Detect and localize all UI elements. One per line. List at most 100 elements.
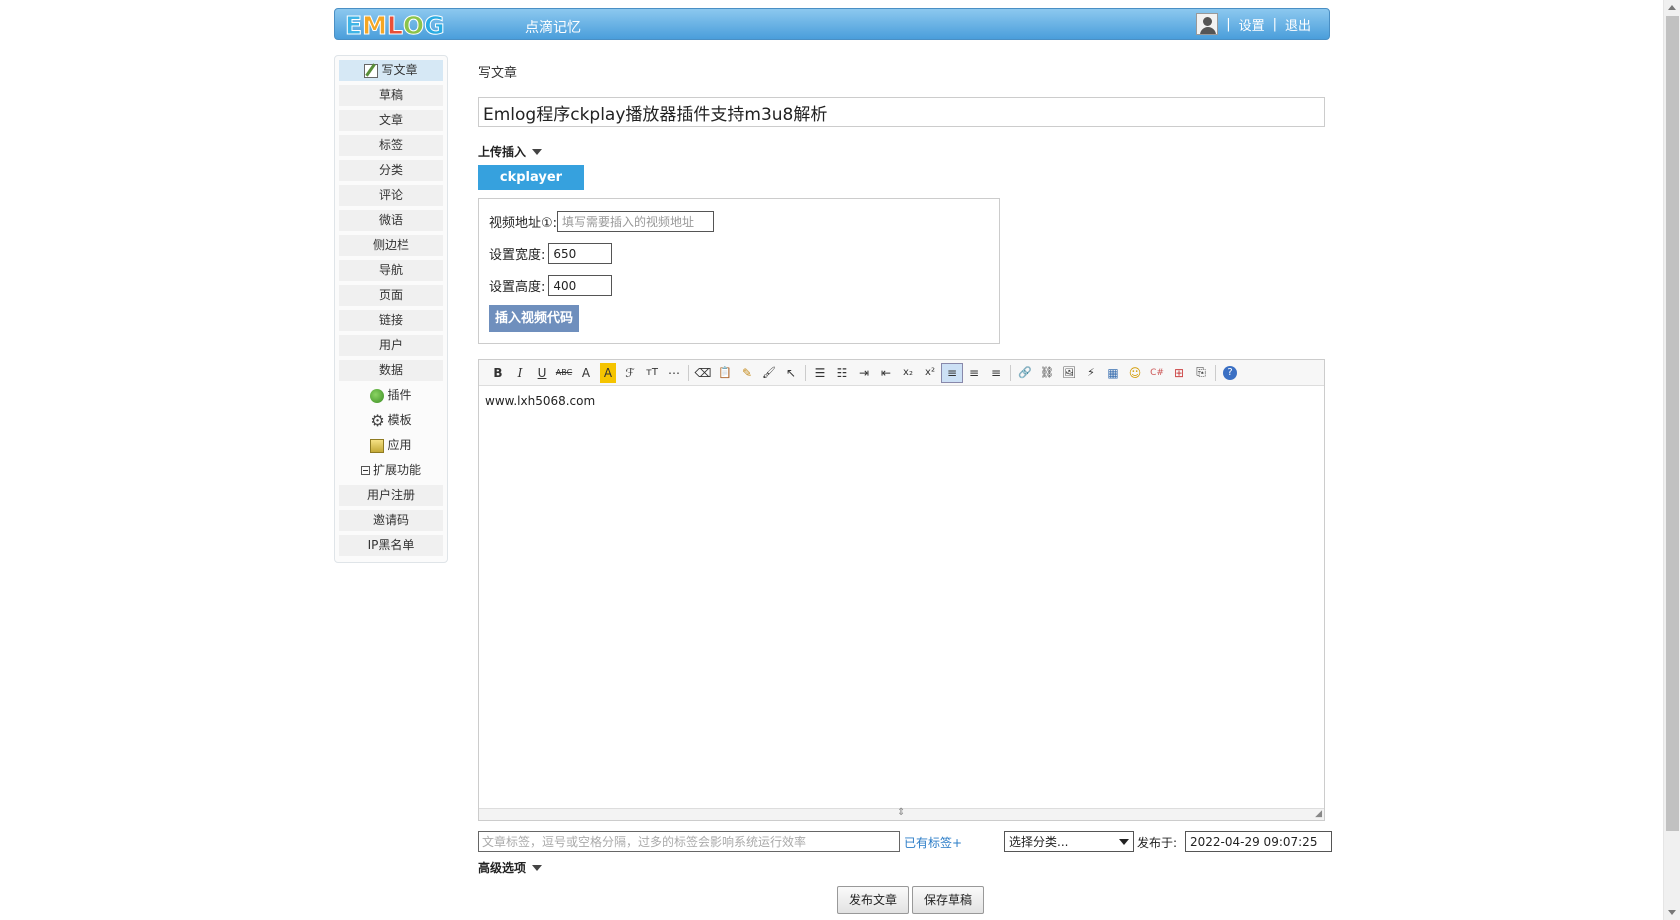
publish-button[interactable]: 发布文章 xyxy=(837,886,909,914)
sidebar-item-templates[interactable]: ⚙ 模板 xyxy=(339,410,443,431)
sidebar-item-label: 侧边栏 xyxy=(372,238,409,252)
category-select[interactable]: 选择分类... xyxy=(1004,831,1134,852)
font-color-button[interactable]: A xyxy=(575,363,597,383)
width-label: 设置宽度: xyxy=(489,248,546,263)
emlog-logo[interactable]: E M L O G xyxy=(344,10,445,40)
publish-time-label: 发布于: xyxy=(1137,836,1178,850)
video-url-label: 视频地址①: xyxy=(489,216,558,231)
existing-tags-link[interactable]: 已有标签+ xyxy=(904,834,962,851)
sidebar-item-widgets[interactable]: 侧边栏 xyxy=(339,235,443,256)
separator: | xyxy=(1272,16,1277,32)
select-pointer-icon[interactable]: ↖ xyxy=(780,363,802,383)
width-input[interactable] xyxy=(548,243,613,264)
sidebar-item-label: 文章 xyxy=(378,113,403,127)
tab-ckplayer[interactable]: ckplayer xyxy=(478,165,584,190)
strikethrough-button[interactable]: ABC xyxy=(553,363,575,383)
sidebar-item-user-register[interactable]: 用户注册 xyxy=(339,485,443,506)
align-right-button[interactable]: ≡ xyxy=(985,363,1007,383)
editor-content-area[interactable]: www.lxh5068.com xyxy=(479,386,1324,416)
header-user-area: | 设置 | 退出 xyxy=(1196,13,1311,35)
eraser-icon[interactable]: ⌫ xyxy=(692,363,714,383)
indent-icon[interactable]: ⇥ xyxy=(853,363,875,383)
sidebar-item-extensions[interactable]: 扩展功能 xyxy=(339,460,443,481)
avatar-icon[interactable] xyxy=(1196,13,1219,35)
vertical-scrollbar[interactable] xyxy=(1663,0,1680,920)
sidebar-item-tags[interactable]: 标签 xyxy=(339,135,443,156)
category-selected-value: 选择分类... xyxy=(1009,835,1069,849)
font-size-button[interactable]: тT xyxy=(641,363,663,383)
sidebar-item-label: 应用 xyxy=(387,438,412,452)
height-row: 设置高度: xyxy=(489,275,613,296)
sidebar-item-ip-blacklist[interactable]: IP黑名单 xyxy=(339,535,443,556)
sidebar-item-drafts[interactable]: 草稿 xyxy=(339,85,443,106)
app-icon xyxy=(370,438,385,453)
height-input[interactable] xyxy=(548,275,613,296)
insert-video-button[interactable]: 插入视频代码 xyxy=(489,305,579,332)
sidebar-item-data[interactable]: 数据 xyxy=(339,360,443,381)
align-center-button[interactable]: ≡ xyxy=(963,363,985,383)
underline-button[interactable]: U xyxy=(531,363,553,383)
italic-button[interactable]: I xyxy=(509,363,531,383)
advanced-options-toggle[interactable]: 高级选项 xyxy=(478,859,543,876)
sidebar-item-label: 评论 xyxy=(378,188,403,202)
tags-input[interactable] xyxy=(478,831,900,852)
unlink-icon[interactable]: ⛓ xyxy=(1036,363,1058,383)
sidebar-item-categories[interactable]: 分类 xyxy=(339,160,443,181)
outdent-icon[interactable]: ⇤ xyxy=(875,363,897,383)
superscript-button[interactable]: x² xyxy=(919,363,941,383)
sidebar-item-twitter[interactable]: 微语 xyxy=(339,210,443,231)
subscript-button[interactable]: x₂ xyxy=(897,363,919,383)
sidebar-item-links[interactable]: 链接 xyxy=(339,310,443,331)
link-icon[interactable]: 🔗 xyxy=(1014,363,1036,383)
sidebar-item-articles[interactable]: 文章 xyxy=(339,110,443,131)
table-icon[interactable]: ▦ xyxy=(1102,363,1124,383)
settings-link[interactable]: 设置 xyxy=(1239,15,1265,34)
emoji-icon[interactable]: ☺ xyxy=(1124,363,1146,383)
image-icon[interactable]: 🖼 xyxy=(1058,363,1080,383)
height-label: 设置高度: xyxy=(489,280,546,295)
editor-resize-handle[interactable] xyxy=(479,807,1324,820)
resize-corner-icon[interactable]: ◢ xyxy=(1315,809,1322,819)
align-left-button[interactable]: ≡ xyxy=(941,362,963,383)
sidebar-item-invite-code[interactable]: 邀请码 xyxy=(339,510,443,531)
format-brush-icon[interactable]: 🖌 xyxy=(758,363,780,383)
width-row: 设置宽度: xyxy=(489,243,613,264)
sidebar-item-navbar[interactable]: 导航 xyxy=(339,260,443,281)
font-family-button[interactable]: ℱ xyxy=(619,363,641,383)
upload-insert-toggle[interactable]: 上传插入 xyxy=(478,143,543,160)
help-icon[interactable]: ? xyxy=(1223,365,1237,380)
code-icon[interactable]: C# xyxy=(1146,363,1168,383)
logo-letter: E xyxy=(344,10,363,40)
sidebar-item-plugins[interactable]: 插件 xyxy=(339,385,443,406)
scrollbar-thumb[interactable] xyxy=(1666,16,1679,831)
logo-letter: O xyxy=(402,10,425,40)
toolbar-separator xyxy=(805,364,806,381)
save-draft-button[interactable]: 保存草稿 xyxy=(912,886,984,914)
article-title-input[interactable] xyxy=(478,97,1325,127)
scroll-down-icon[interactable] xyxy=(1668,910,1676,915)
sidebar-item-users[interactable]: 用户 xyxy=(339,335,443,356)
logout-link[interactable]: 退出 xyxy=(1285,15,1311,34)
sidebar-item-label: 数据 xyxy=(378,363,403,377)
unordered-list-icon[interactable]: ☷ xyxy=(831,363,853,383)
bold-button[interactable]: B xyxy=(487,363,509,383)
sidebar-item-comments[interactable]: 评论 xyxy=(339,185,443,206)
horizontal-rule-button[interactable]: ⋯ xyxy=(663,363,685,383)
template-icon[interactable]: ⎘ xyxy=(1190,363,1212,383)
separator: | xyxy=(1226,16,1231,32)
flash-icon[interactable]: ⚡ xyxy=(1080,363,1102,383)
sidebar-item-write[interactable]: 写文章 xyxy=(339,60,443,81)
ordered-list-icon[interactable]: ☰ xyxy=(809,363,831,383)
video-url-input[interactable] xyxy=(557,211,715,232)
sidebar-item-label: 分类 xyxy=(378,163,403,177)
paste-format-icon[interactable]: ✎ xyxy=(736,363,758,383)
sidebar-item-pages[interactable]: 页面 xyxy=(339,285,443,306)
scroll-up-icon[interactable] xyxy=(1668,5,1676,10)
top-header: E M L O G 点滴记忆 | 设置 | 退出 xyxy=(334,8,1330,40)
paste-icon[interactable]: 📋 xyxy=(714,363,736,383)
publish-time-input[interactable] xyxy=(1185,831,1332,852)
site-name-link[interactable]: 点滴记忆 xyxy=(525,17,581,37)
sidebar-item-apps[interactable]: 应用 xyxy=(339,435,443,456)
pagebreak-icon[interactable]: ⊞ xyxy=(1168,363,1190,383)
highlight-color-button[interactable]: A xyxy=(600,362,616,383)
